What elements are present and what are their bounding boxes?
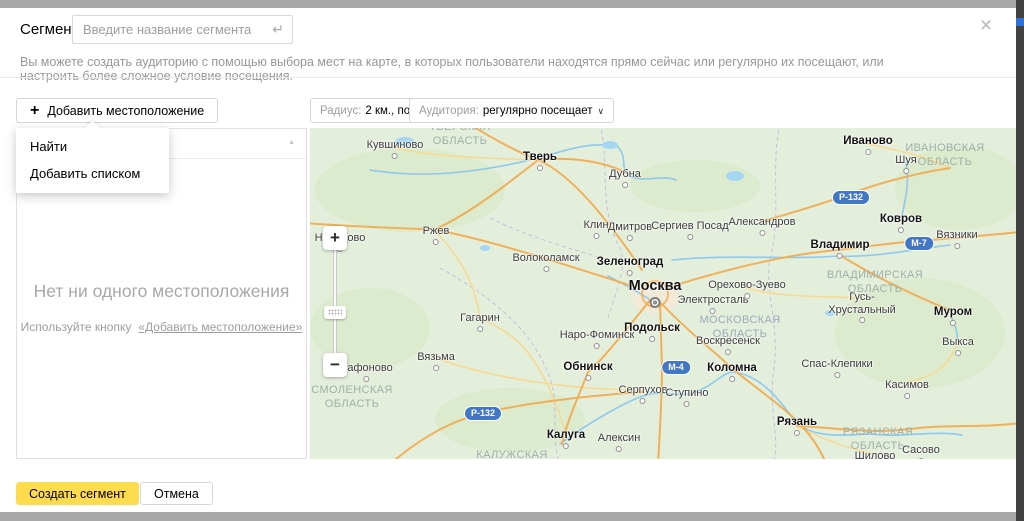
map-label-gagarin: Гагарин [460, 312, 500, 332]
road-badge-p132: Р-132 [832, 190, 870, 205]
map-label-serpukhov: Серпухов [619, 384, 668, 404]
zoom-slider-handle[interactable] [324, 306, 346, 319]
segment-description: Вы можете создать аудиторию с помощью вы… [20, 55, 920, 83]
map-label-volokolamsk: Волоколамск [512, 252, 579, 272]
chevron-down-icon: ∨ [598, 106, 605, 117]
enter-icon: ↵ [272, 21, 284, 38]
add-location-menu: Найти Добавить списком [16, 128, 169, 193]
map-label-shilovo: Шилово [855, 450, 896, 459]
add-location-link[interactable]: «Добавить местоположение» [138, 320, 302, 334]
map-label-tver: Тверь [523, 151, 557, 171]
create-segment-button[interactable]: Создать сегмент [16, 482, 139, 505]
empty-state-hint: Используйте кнопку «Добавить местоположен… [17, 320, 306, 334]
map-label-zelenograd: Зеленоград [597, 256, 664, 276]
map-region-ivanovskaya: ИВАНОВСКАЯ ОБЛАСТЬ [905, 142, 984, 170]
page-title: Сегмент [20, 21, 78, 38]
zoom-in-button[interactable]: + [323, 226, 347, 250]
sort-icon[interactable]: ▲ [288, 139, 295, 146]
cancel-button[interactable]: Отмена [140, 482, 213, 505]
map-label-shuya: Шуя [895, 154, 916, 174]
map-label-kolomna: Коломна [707, 362, 757, 382]
menu-item-add-list[interactable]: Добавить списком [16, 160, 169, 187]
zoom-out-button[interactable]: − [323, 353, 347, 377]
page-top-strip [0, 0, 1016, 8]
audience-label: Аудитория: [419, 105, 479, 117]
map-canvas[interactable]: ТВЕРСКАЯ ОБЛАСТЬ ИВАНОВСКАЯ ОБЛАСТЬ ВЛАД… [310, 128, 1016, 459]
add-location-button[interactable]: + Добавить местоположение [16, 98, 218, 123]
map-label-vyksa: Выкса [942, 336, 974, 356]
road-badge-m4: М-4 [661, 360, 691, 375]
map-label-naro-fominsk: Наро-Фоминск [560, 329, 635, 349]
map-label-rzhev: Ржев [423, 225, 450, 245]
map-label-vladimir: Владимир [811, 239, 870, 259]
page-bottom-strip [0, 512, 1016, 521]
plus-icon: + [30, 103, 39, 119]
map-label-obninsk: Обнинск [563, 361, 612, 381]
header-divider [0, 77, 1016, 78]
audience-value: регулярно посещает [483, 105, 593, 117]
road-badge-m7: М-7 [904, 236, 934, 251]
map-label-sasovo: Сасово [902, 444, 940, 459]
map-label-klin: Клин [583, 219, 608, 239]
scrollbar-notch [1016, 18, 1024, 26]
map-label-aleksin: Алексин [598, 432, 641, 452]
empty-hint-prefix: Используйте кнопку [21, 320, 132, 334]
map-label-kasimov: Касимов [885, 379, 929, 399]
map-region-kaluzhskaya: КАЛУЖСКАЯ [476, 449, 547, 459]
map-label-alexandrov: Александров [729, 216, 796, 236]
map-label-sergiev-posad: Сергиев Посад [651, 220, 728, 240]
radius-label: Радиус: [320, 105, 361, 117]
map-label-ryazan: Рязань [777, 416, 817, 436]
close-icon[interactable]: × [974, 14, 998, 38]
segment-name-field-wrap: ↵ [72, 15, 293, 44]
map-label-voskresensk: Воскресенск [696, 335, 760, 355]
map-label-stupino: Ступино [666, 387, 709, 407]
audience-dropdown[interactable]: Аудитория: регулярно посещает ∨ [409, 98, 614, 123]
map-label-kuvshinovo: Кувшиново [367, 139, 424, 159]
map-label-safonovo: Сафоново [339, 362, 392, 382]
map-label-dmitrov: Дмитров [608, 221, 652, 241]
menu-item-find[interactable]: Найти [16, 133, 169, 160]
map-label-kovrov: Ковров [880, 213, 922, 233]
map-label-vyazma: Вязьма [417, 351, 455, 371]
map-region-smolenskaya: СМОЛЕНСКАЯ ОБЛАСТЬ [311, 384, 393, 412]
segment-name-input[interactable] [72, 15, 293, 44]
map-label-murom: Муром [934, 306, 972, 326]
page-right-strip [1016, 0, 1024, 521]
segment-modal: Сегмент ↵ × Вы можете создать аудиторию … [0, 0, 1024, 521]
map-label-ivanovo: Иваново [843, 135, 893, 155]
map-label-dubna: Дубна [609, 168, 641, 188]
map-label-elektrostal: Электросталь [678, 294, 749, 314]
add-location-label: Добавить местоположение [47, 104, 204, 118]
map-label-spas-klepiki: Спас-Клепики [801, 358, 872, 378]
map-label-moscow: Москва [629, 278, 682, 308]
road-badge-p132-south: Р-132 [464, 406, 502, 421]
map-label-vyazniki: Вязники [936, 229, 977, 249]
map-label-kaluga: Калуга [547, 429, 585, 449]
map-label-gus-khrustalny: Гусь- Хрустальный [828, 291, 896, 323]
map-region-tverskaya: ТВЕРСКАЯ ОБЛАСТЬ [429, 128, 490, 149]
empty-state-title: Нет ни одного местоположения [17, 281, 306, 302]
zoom-slider-track[interactable] [333, 250, 337, 353]
